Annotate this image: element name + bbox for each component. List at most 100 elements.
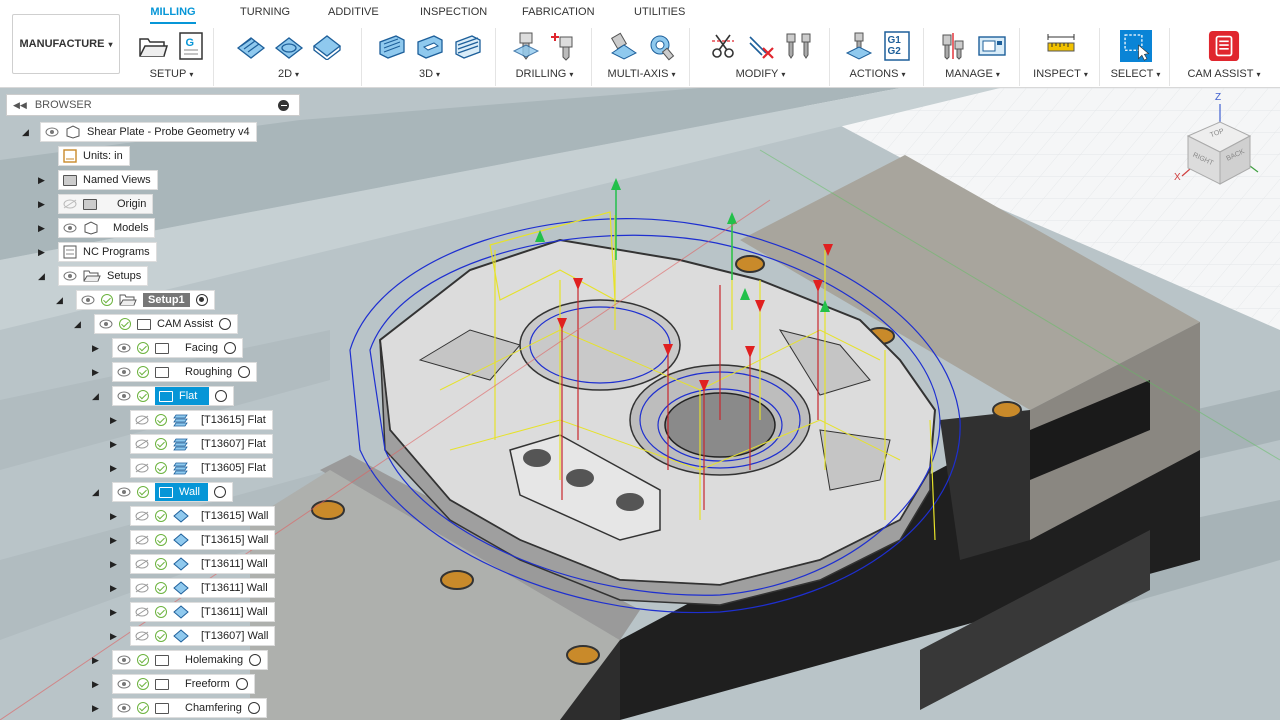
minimize-icon[interactable] <box>278 100 289 111</box>
tree-node-chamfering[interactable]: ▶ Chamfering <box>92 698 267 718</box>
tree-node-wall-op-1[interactable]: ▶ [T13615] Wall <box>110 506 276 526</box>
tab-turning[interactable]: TURNING <box>240 6 290 18</box>
flat-selected[interactable]: Flat <box>155 387 210 405</box>
tree-node-wall-op-3[interactable]: ▶ [T13611] Wall <box>110 554 275 574</box>
eye-hidden-icon[interactable] <box>135 607 149 617</box>
expand-arrow-icon[interactable]: ▶ <box>110 463 130 474</box>
eye-hidden-icon[interactable] <box>135 415 149 425</box>
collapse-arrows-icon[interactable]: ◀◀ <box>13 100 27 111</box>
collapse-arrow-icon[interactable]: ◢ <box>22 127 36 138</box>
tab-inspection[interactable]: INSPECTION <box>420 6 487 18</box>
delete-toolpath-icon[interactable] <box>745 30 777 62</box>
3d-pocket-icon[interactable] <box>414 30 446 62</box>
expand-arrow-icon[interactable]: ▶ <box>110 535 130 546</box>
tab-utilities[interactable]: UTILITIES <box>634 6 685 18</box>
tab-fabrication[interactable]: FABRICATION <box>522 6 595 18</box>
radio-icon[interactable] <box>215 390 228 402</box>
tool-library-icon[interactable] <box>938 30 970 62</box>
expand-arrow-icon[interactable]: ▶ <box>92 655 112 666</box>
tree-node-wall-op-6[interactable]: ▶ [T13607] Wall <box>110 626 276 646</box>
inspect-menu[interactable]: INSPECT ▾ <box>1022 68 1099 80</box>
eye-hidden-icon[interactable] <box>135 559 149 569</box>
tree-node-nc-programs[interactable]: ▶ NC Programs <box>38 242 157 262</box>
eye-icon[interactable] <box>81 295 95 305</box>
radio-icon[interactable] <box>224 342 237 354</box>
cam-assist-icon[interactable] <box>1208 30 1240 62</box>
eye-icon[interactable] <box>117 367 131 377</box>
tree-node-wall-op-5[interactable]: ▶ [T13611] Wall <box>110 602 275 622</box>
scissors-icon[interactable] <box>707 30 739 62</box>
eye-hidden-icon[interactable] <box>135 439 149 449</box>
collapse-arrow-icon[interactable]: ◢ <box>38 271 58 282</box>
modify-menu[interactable]: MODIFY ▾ <box>692 68 829 80</box>
setup-folder-icon[interactable] <box>137 30 169 62</box>
radio-icon[interactable] <box>235 678 248 690</box>
view-cube[interactable]: TOP RIGHT BACK Z X <box>1170 92 1270 194</box>
eye-hidden-icon[interactable] <box>135 535 149 545</box>
active-setup-radio[interactable] <box>195 294 208 306</box>
tab-additive[interactable]: ADDITIVE <box>328 6 379 18</box>
eye-hidden-icon[interactable] <box>135 583 149 593</box>
setup-menu[interactable]: SETUP ▾ <box>130 68 213 80</box>
3d-menu[interactable]: 3D ▾ <box>364 68 495 80</box>
tree-node-freeform[interactable]: ▶ Freeform <box>92 674 255 694</box>
eye-icon[interactable] <box>45 127 59 137</box>
radio-icon[interactable] <box>213 486 226 498</box>
drilling-menu[interactable]: DRILLING ▾ <box>498 68 591 80</box>
collapse-arrow-icon[interactable]: ◢ <box>74 319 94 330</box>
tool-change-icon[interactable] <box>783 30 815 62</box>
expand-arrow-icon[interactable]: ▶ <box>38 247 58 258</box>
measure-icon[interactable] <box>1045 30 1077 62</box>
radio-icon[interactable] <box>219 318 232 330</box>
eye-icon[interactable] <box>117 487 131 497</box>
machine-library-icon[interactable] <box>976 30 1008 62</box>
tree-node-wall-op-2[interactable]: ▶ [T13615] Wall <box>110 530 276 550</box>
tree-node-holemaking[interactable]: ▶ Holemaking <box>92 650 269 670</box>
eye-icon[interactable] <box>117 679 131 689</box>
expand-arrow-icon[interactable]: ▶ <box>92 343 112 354</box>
tree-node-origin[interactable]: ▶ Origin <box>38 194 154 214</box>
expand-arrow-icon[interactable]: ▶ <box>110 583 130 594</box>
expand-arrow-icon[interactable]: ▶ <box>110 607 130 618</box>
expand-arrow-icon[interactable]: ▶ <box>92 703 112 714</box>
tab-milling[interactable]: MILLING <box>150 6 196 24</box>
actions-menu[interactable]: ACTIONS ▾ <box>832 68 923 80</box>
tree-node-named-views[interactable]: ▶ Named Views <box>38 170 158 190</box>
tree-node-flat-op-3[interactable]: ▶ [T13605] Flat <box>110 458 273 478</box>
3d-adaptive-icon[interactable] <box>376 30 408 62</box>
expand-arrow-icon[interactable]: ▶ <box>110 415 130 426</box>
eye-icon[interactable] <box>63 223 77 233</box>
tree-node-flat[interactable]: ◢ Flat <box>92 386 235 406</box>
tree-node-facing[interactable]: ▶ Facing <box>92 338 244 358</box>
multi-axis-contour-icon[interactable] <box>607 30 639 62</box>
eye-icon[interactable] <box>117 703 131 713</box>
expand-arrow-icon[interactable]: ▶ <box>38 175 58 186</box>
expand-arrow-icon[interactable]: ▶ <box>110 511 130 522</box>
eye-hidden-icon[interactable] <box>135 631 149 641</box>
collapse-arrow-icon[interactable]: ◢ <box>92 391 112 402</box>
tree-node-flat-op-2[interactable]: ▶ [T13607] Flat <box>110 434 273 454</box>
expand-arrow-icon[interactable]: ▶ <box>110 439 130 450</box>
hole-recognition-icon[interactable] <box>548 30 580 62</box>
cam-assist-menu[interactable]: CAM ASSIST ▾ <box>1172 68 1276 80</box>
3d-steep-shallow-icon[interactable] <box>452 30 484 62</box>
eye-icon[interactable] <box>63 271 77 281</box>
collapse-arrow-icon[interactable]: ◢ <box>92 487 112 498</box>
eye-icon[interactable] <box>117 343 131 353</box>
post-process-icon[interactable]: G1 G2 <box>881 30 913 62</box>
simulate-icon[interactable] <box>843 30 875 62</box>
select-icon[interactable] <box>1119 30 1152 62</box>
2d-menu[interactable]: 2D ▾ <box>216 68 361 80</box>
multi-axis-menu[interactable]: MULTI-AXIS ▾ <box>594 68 689 80</box>
tree-node-models[interactable]: ▶ Models <box>38 218 156 238</box>
expand-arrow-icon[interactable]: ▶ <box>92 367 112 378</box>
tree-node-units[interactable]: Units: in <box>58 146 130 166</box>
select-menu[interactable]: SELECT ▾ <box>1102 68 1169 80</box>
expand-arrow-icon[interactable]: ▶ <box>110 559 130 570</box>
expand-arrow-icon[interactable]: ▶ <box>38 223 58 234</box>
expand-arrow-icon[interactable]: ▶ <box>110 631 130 642</box>
wall-selected[interactable]: Wall <box>155 483 208 501</box>
eye-hidden-icon[interactable] <box>135 463 149 473</box>
swarf-icon[interactable] <box>645 30 677 62</box>
eye-icon[interactable] <box>117 391 131 401</box>
